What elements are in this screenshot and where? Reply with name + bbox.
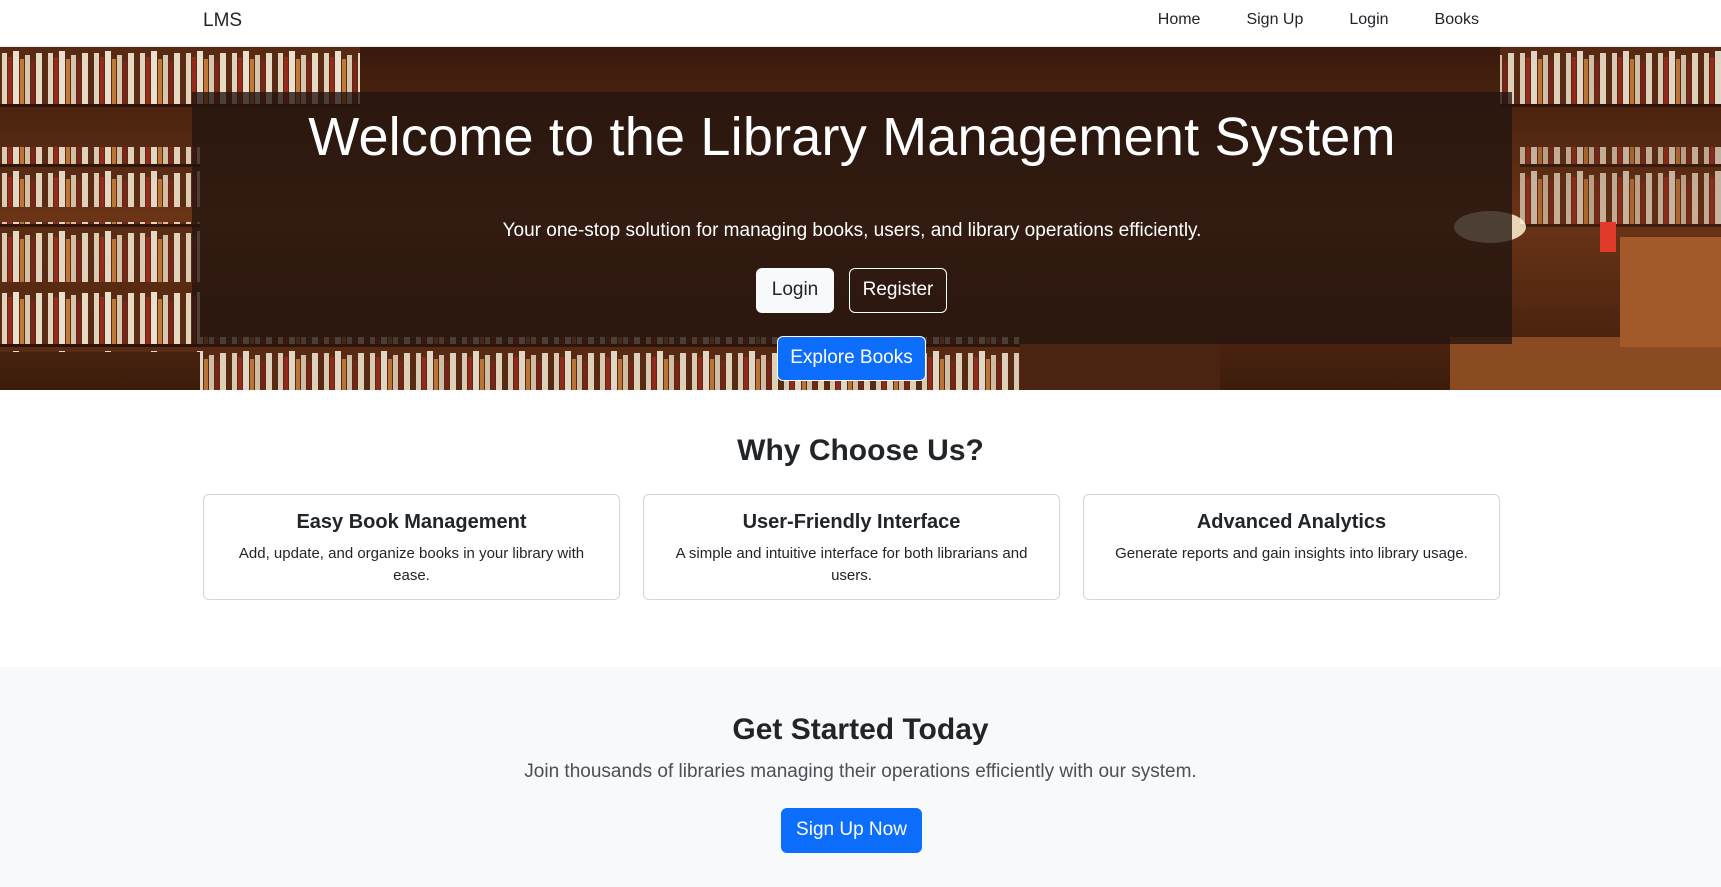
hero-title: Welcome to the Library Management System bbox=[308, 107, 1396, 167]
cta-section: Get Started Today Join thousands of libr… bbox=[0, 667, 1721, 887]
nav-link-login[interactable]: Login bbox=[1349, 11, 1388, 29]
feature-card-text: A simple and intuitive interface for bot… bbox=[675, 545, 1028, 584]
hero-register-button[interactable]: Register bbox=[849, 268, 947, 313]
feature-card-user-friendly: User-Friendly Interface A simple and int… bbox=[643, 494, 1060, 600]
cta-text: Join thousands of libraries managing the… bbox=[524, 761, 1197, 782]
hero-login-button[interactable]: Login bbox=[756, 268, 834, 313]
hero-panel: Welcome to the Library Management System… bbox=[192, 92, 1512, 381]
feature-card-title: User-Friendly Interface bbox=[742, 511, 961, 533]
feature-card-title: Advanced Analytics bbox=[1196, 511, 1387, 533]
feature-card-book-management: Easy Book Management Add, update, and or… bbox=[203, 494, 620, 600]
brand-logo[interactable]: LMS bbox=[203, 10, 242, 32]
nav-link-home[interactable]: Home bbox=[1158, 11, 1201, 29]
features-title: Why Choose Us? bbox=[737, 434, 984, 467]
explore-books-button[interactable]: Explore Books bbox=[777, 336, 926, 381]
nav-link-sign-up[interactable]: Sign Up bbox=[1246, 11, 1303, 29]
hero-section: Welcome to the Library Management System… bbox=[0, 47, 1721, 390]
feature-card-text: Add, update, and organize books in your … bbox=[238, 545, 585, 584]
cta-title: Get Started Today bbox=[732, 713, 989, 746]
navbar: LMS Home Sign Up Login Books bbox=[0, 0, 1721, 47]
feature-card-analytics: Advanced Analytics Generate reports and … bbox=[1083, 494, 1500, 600]
hero-subtitle: Your one-stop solution for managing book… bbox=[502, 220, 1202, 241]
nav-link-books[interactable]: Books bbox=[1435, 11, 1479, 29]
feature-card-title: Easy Book Management bbox=[296, 511, 527, 533]
nav-links: Home Sign Up Login Books bbox=[1112, 11, 1479, 29]
feature-card-text: Generate reports and gain insights into … bbox=[1115, 545, 1468, 562]
sign-up-now-button[interactable]: Sign Up Now bbox=[781, 808, 922, 853]
